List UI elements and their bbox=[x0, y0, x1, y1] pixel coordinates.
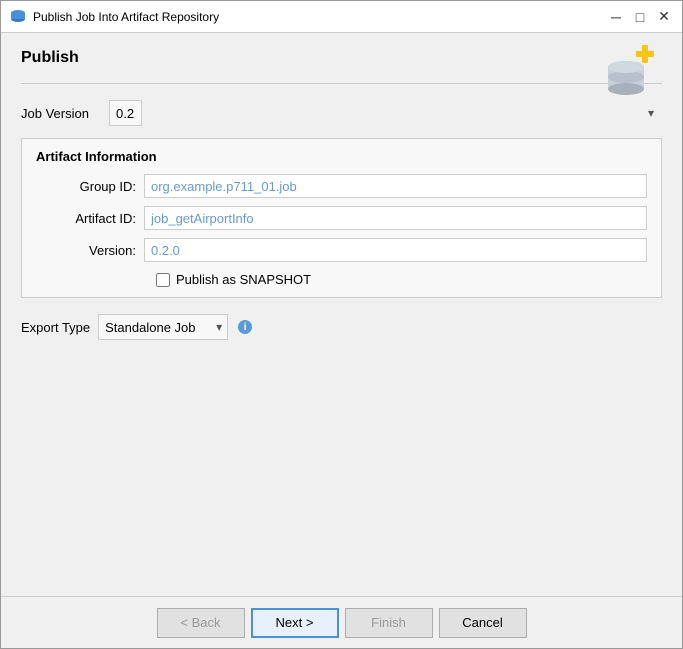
export-type-row: Export Type Standalone Job Shared Job i bbox=[21, 314, 662, 340]
cancel-button[interactable]: Cancel bbox=[439, 608, 527, 638]
job-version-label: Job Version bbox=[21, 106, 101, 121]
page-title: Publish bbox=[21, 49, 662, 67]
finish-button[interactable]: Finish bbox=[345, 608, 433, 638]
export-type-select[interactable]: Standalone Job Shared Job bbox=[98, 314, 228, 340]
snapshot-row: Publish as SNAPSHOT bbox=[56, 272, 647, 287]
snapshot-label: Publish as SNAPSHOT bbox=[176, 272, 311, 287]
artifact-info-box: Artifact Information Group ID: Artifact … bbox=[21, 138, 662, 298]
title-separator bbox=[21, 83, 662, 84]
artifact-fields: Group ID: Artifact ID: Version: Publish … bbox=[36, 174, 647, 287]
close-button[interactable]: ✕ bbox=[654, 7, 674, 27]
dialog-icon bbox=[9, 8, 27, 26]
snapshot-checkbox[interactable] bbox=[156, 273, 170, 287]
group-id-row: Group ID: bbox=[56, 174, 647, 198]
info-badge: i bbox=[238, 320, 252, 334]
artifact-id-label: Artifact ID: bbox=[56, 211, 136, 226]
job-version-select-wrap: 0.2 0.1 bbox=[109, 100, 662, 126]
db-icon bbox=[598, 41, 662, 105]
group-id-label: Group ID: bbox=[56, 179, 136, 194]
spacer bbox=[21, 352, 662, 580]
next-button[interactable]: Next > bbox=[251, 608, 339, 638]
version-input[interactable] bbox=[144, 238, 647, 262]
minimize-button[interactable]: ─ bbox=[606, 7, 626, 27]
job-version-select[interactable]: 0.2 0.1 bbox=[109, 100, 142, 126]
window-controls: ─ □ ✕ bbox=[606, 7, 674, 27]
content-area: Publish Job Version bbox=[1, 33, 682, 596]
group-id-input[interactable] bbox=[144, 174, 647, 198]
artifact-id-input[interactable] bbox=[144, 206, 647, 230]
export-type-label: Export Type bbox=[21, 320, 90, 335]
dialog-title: Publish Job Into Artifact Repository bbox=[33, 10, 606, 24]
export-type-select-wrap: Standalone Job Shared Job bbox=[98, 314, 228, 340]
job-version-row: Job Version 0.2 0.1 bbox=[21, 100, 662, 126]
version-label: Version: bbox=[56, 243, 136, 258]
title-bar: Publish Job Into Artifact Repository ─ □… bbox=[1, 1, 682, 33]
back-button[interactable]: < Back bbox=[157, 608, 245, 638]
db-icon-wrapper bbox=[598, 41, 662, 108]
artifact-id-row: Artifact ID: bbox=[56, 206, 647, 230]
publish-dialog: Publish Job Into Artifact Repository ─ □… bbox=[0, 0, 683, 649]
version-row: Version: bbox=[56, 238, 647, 262]
artifact-info-title: Artifact Information bbox=[36, 149, 647, 164]
button-bar: < Back Next > Finish Cancel bbox=[1, 596, 682, 648]
maximize-button[interactable]: □ bbox=[630, 7, 650, 27]
